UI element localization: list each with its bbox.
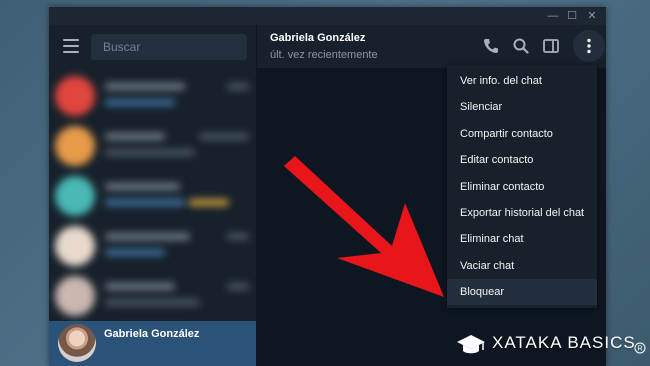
graduation-cap-icon <box>457 335 485 354</box>
svg-text:R: R <box>637 346 642 353</box>
watermark-text: XATAKA BASICS <box>492 333 636 352</box>
registered-mark-icon: R <box>634 342 646 354</box>
red-arrow-annotation <box>284 156 444 297</box>
